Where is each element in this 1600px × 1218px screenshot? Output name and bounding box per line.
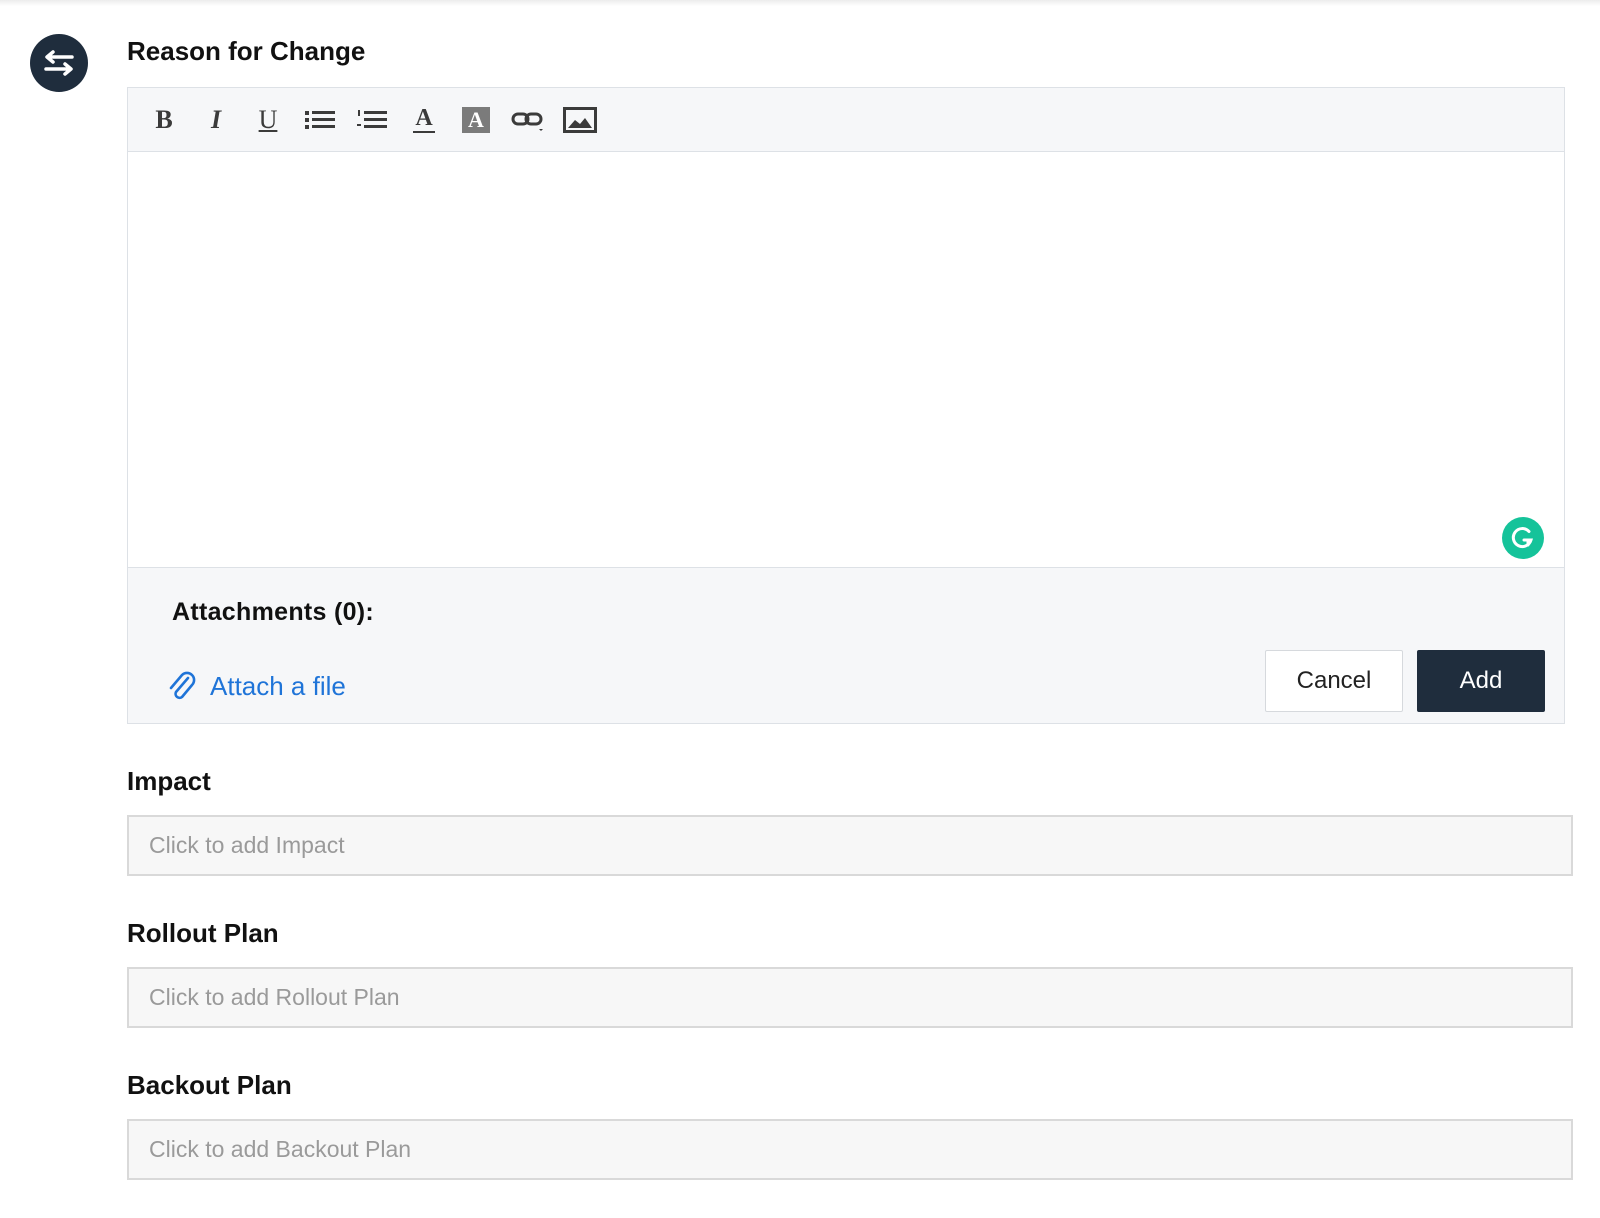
attachments-panel: Attachments (0): Attach a file Cancel Ad… — [128, 567, 1564, 723]
top-shadow — [0, 0, 1600, 6]
link-icon[interactable] — [508, 100, 548, 140]
image-icon[interactable] — [560, 100, 600, 140]
change-arrows-icon — [30, 34, 88, 92]
attach-file-link[interactable]: Attach a file — [166, 670, 346, 702]
text-color-button[interactable]: A — [404, 100, 444, 140]
backout-plan-field[interactable]: Click to add Backout Plan — [127, 1119, 1573, 1180]
impact-field[interactable]: Click to add Impact — [127, 815, 1573, 876]
add-button[interactable]: Add — [1417, 650, 1545, 712]
rollout-plan-field[interactable]: Click to add Rollout Plan — [127, 967, 1573, 1028]
grammarly-icon[interactable] — [1502, 517, 1544, 559]
text-color-glyph: A — [415, 105, 433, 131]
backout-plan-label: Backout Plan — [127, 1070, 292, 1100]
cancel-button[interactable]: Cancel — [1265, 650, 1403, 712]
underline-button[interactable]: U — [248, 100, 288, 140]
bulleted-list-icon[interactable] — [300, 100, 340, 140]
numbered-list-icon[interactable] — [352, 100, 392, 140]
highlight-glyph: A — [462, 106, 490, 133]
bold-button[interactable]: B — [144, 100, 184, 140]
paperclip-icon — [166, 670, 196, 702]
text-color-underline — [413, 131, 435, 133]
italic-button[interactable]: I — [196, 100, 236, 140]
editor-text-area[interactable] — [128, 152, 1564, 567]
rich-text-editor: B I U A A Attachments (0): Attach a file… — [127, 87, 1565, 724]
highlight-color-button[interactable]: A — [456, 100, 496, 140]
rollout-plan-label: Rollout Plan — [127, 918, 279, 948]
impact-label: Impact — [127, 766, 211, 796]
editor-toolbar: B I U A A — [128, 88, 1564, 152]
attachments-count-label: Attachments (0): — [172, 598, 375, 626]
reason-for-change-title: Reason for Change — [127, 36, 366, 66]
attach-file-label: Attach a file — [210, 670, 346, 701]
